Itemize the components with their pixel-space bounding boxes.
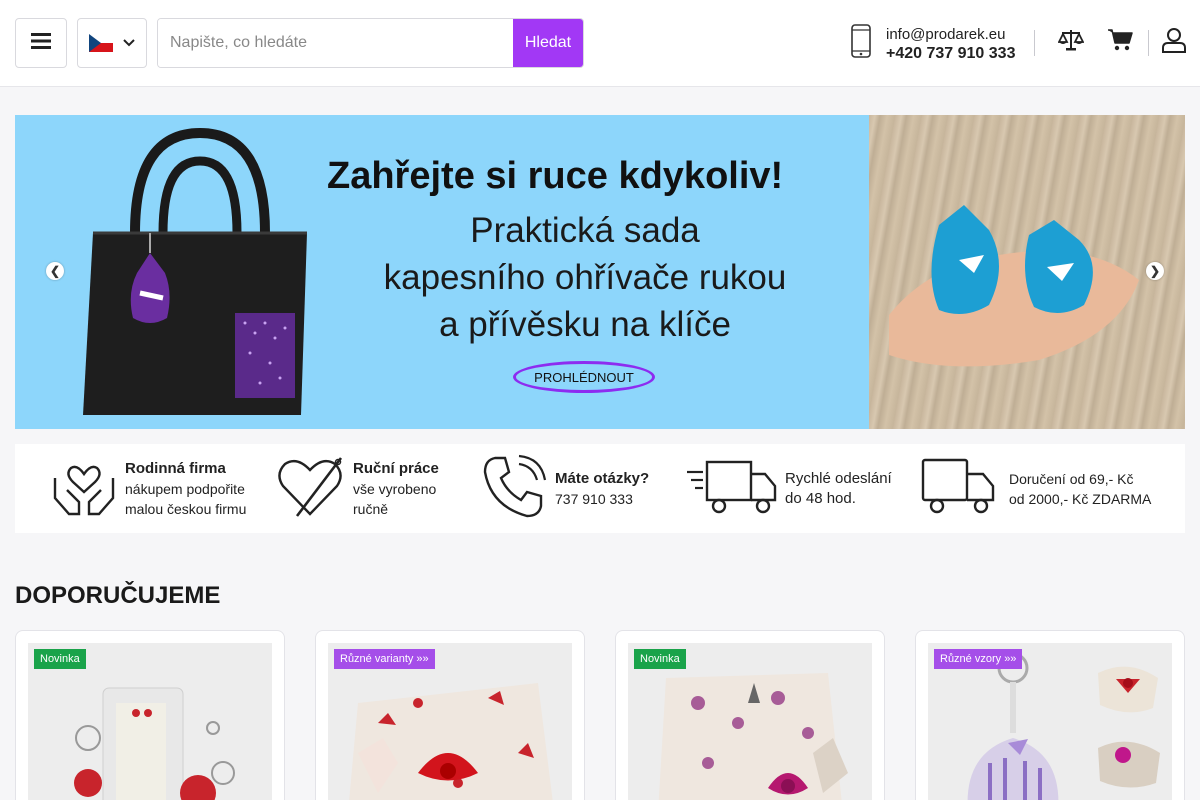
- banner-title: Zahřejte si ruce kdykoliv!: [327, 155, 784, 197]
- chevron-right-icon: ❯: [1149, 264, 1161, 278]
- scales-compare-icon: [1057, 28, 1085, 57]
- feature-line: Doručení od 69,- Kč: [1009, 471, 1134, 487]
- banner-cta-button[interactable]: PROHLÉDNOUT: [513, 361, 655, 393]
- caring-hands-icon: [51, 454, 117, 525]
- section-title: DOPORUČUJEME: [15, 582, 221, 609]
- banner-subtitle-line: Praktická sada: [470, 211, 700, 250]
- feature-line: do 48 hod.: [785, 490, 856, 507]
- feature-item: Rychlé odeslání do 48 hod.: [685, 454, 892, 524]
- product-badge: Různé vzory »»: [934, 649, 1023, 669]
- feature-item: Ruční práce vše vyrobeno ručně: [275, 454, 439, 524]
- banner-photo: [869, 115, 1185, 429]
- product-card[interactable]: Různé varianty »»: [315, 630, 585, 800]
- user-icon: [1162, 27, 1186, 58]
- divider: [1034, 30, 1035, 56]
- banner-subtitle-line: a přívěsku na klíče: [439, 305, 731, 344]
- search-button[interactable]: Hledat: [513, 19, 583, 67]
- feature-item: Rodinná firma nákupem podpořite malou če…: [51, 454, 246, 524]
- banner-subtitle: Praktická sada kapesního ohřívače rukou …: [315, 207, 855, 348]
- site-header: Hledat info@prodarek.eu +420 737 910 333: [0, 0, 1200, 87]
- product-image[interactable]: Novinka: [28, 643, 272, 800]
- chevron-left-icon: ❮: [49, 264, 61, 278]
- compare-button[interactable]: [1056, 27, 1086, 57]
- czech-flag-icon: [89, 34, 113, 52]
- hand-with-warmers-image: [889, 205, 1139, 367]
- menu-icon: [31, 32, 51, 55]
- product-card[interactable]: Různé vzory »»: [915, 630, 1185, 800]
- feature-line: ručně: [353, 501, 389, 517]
- product-image[interactable]: Různé varianty »»: [328, 643, 572, 800]
- cart-icon: [1107, 28, 1133, 57]
- phone-icon: [481, 454, 547, 525]
- search-input[interactable]: [158, 19, 513, 67]
- product-badge: Novinka: [634, 649, 686, 669]
- feature-line[interactable]: 737 910 333: [555, 489, 649, 509]
- product-badge: Novinka: [34, 649, 86, 669]
- product-card[interactable]: Novinka: [615, 630, 885, 800]
- contact-phone[interactable]: +420 737 910 333: [886, 44, 1015, 63]
- cart-button[interactable]: [1105, 27, 1135, 57]
- contact-info: info@prodarek.eu +420 737 910 333: [850, 24, 1015, 63]
- search-bar: Hledat: [157, 18, 584, 68]
- feature-title: Rodinná firma: [125, 460, 226, 477]
- menu-button[interactable]: [15, 18, 67, 68]
- feature-title: Ruční práce: [353, 460, 439, 477]
- fast-truck-icon: [685, 456, 777, 523]
- language-selector[interactable]: [77, 18, 147, 68]
- feature-line: od 2000,- Kč ZDARMA: [1009, 491, 1152, 507]
- product-card[interactable]: Novinka: [15, 630, 285, 800]
- heart-needle-icon: [275, 454, 345, 525]
- smartphone-icon: [850, 24, 872, 63]
- carousel-prev-button[interactable]: ❮: [46, 262, 64, 280]
- contact-email[interactable]: info@prodarek.eu: [886, 25, 1015, 44]
- handbag-image: [83, 127, 307, 415]
- feature-line: Rychlé odeslání: [785, 470, 892, 487]
- banner-subtitle-line: kapesního ohřívače rukou: [383, 258, 787, 297]
- product-image[interactable]: Novinka: [628, 643, 872, 800]
- feature-item: Máte otázky? 737 910 333: [481, 454, 649, 524]
- divider: [1148, 30, 1149, 56]
- feature-line: malou českou firmu: [125, 501, 247, 517]
- feature-line: nákupem podpořite: [125, 481, 245, 497]
- carousel-next-button[interactable]: ❯: [1146, 262, 1164, 280]
- hero-banner[interactable]: Zahřejte si ruce kdykoliv! Praktická sad…: [15, 115, 1185, 429]
- feature-item: Doručení od 69,- Kč od 2000,- Kč ZDARMA: [921, 454, 1151, 524]
- features-bar: Rodinná firma nákupem podpořite malou če…: [15, 444, 1185, 533]
- truck-icon: [921, 456, 997, 523]
- account-button[interactable]: [1159, 27, 1189, 57]
- product-badge: Různé varianty »»: [334, 649, 435, 669]
- feature-title: Máte otázky?: [555, 470, 650, 487]
- chevron-down-icon: [123, 34, 135, 52]
- feature-line: vše vyrobeno: [353, 481, 437, 497]
- product-image[interactable]: Různé vzory »»: [928, 643, 1172, 800]
